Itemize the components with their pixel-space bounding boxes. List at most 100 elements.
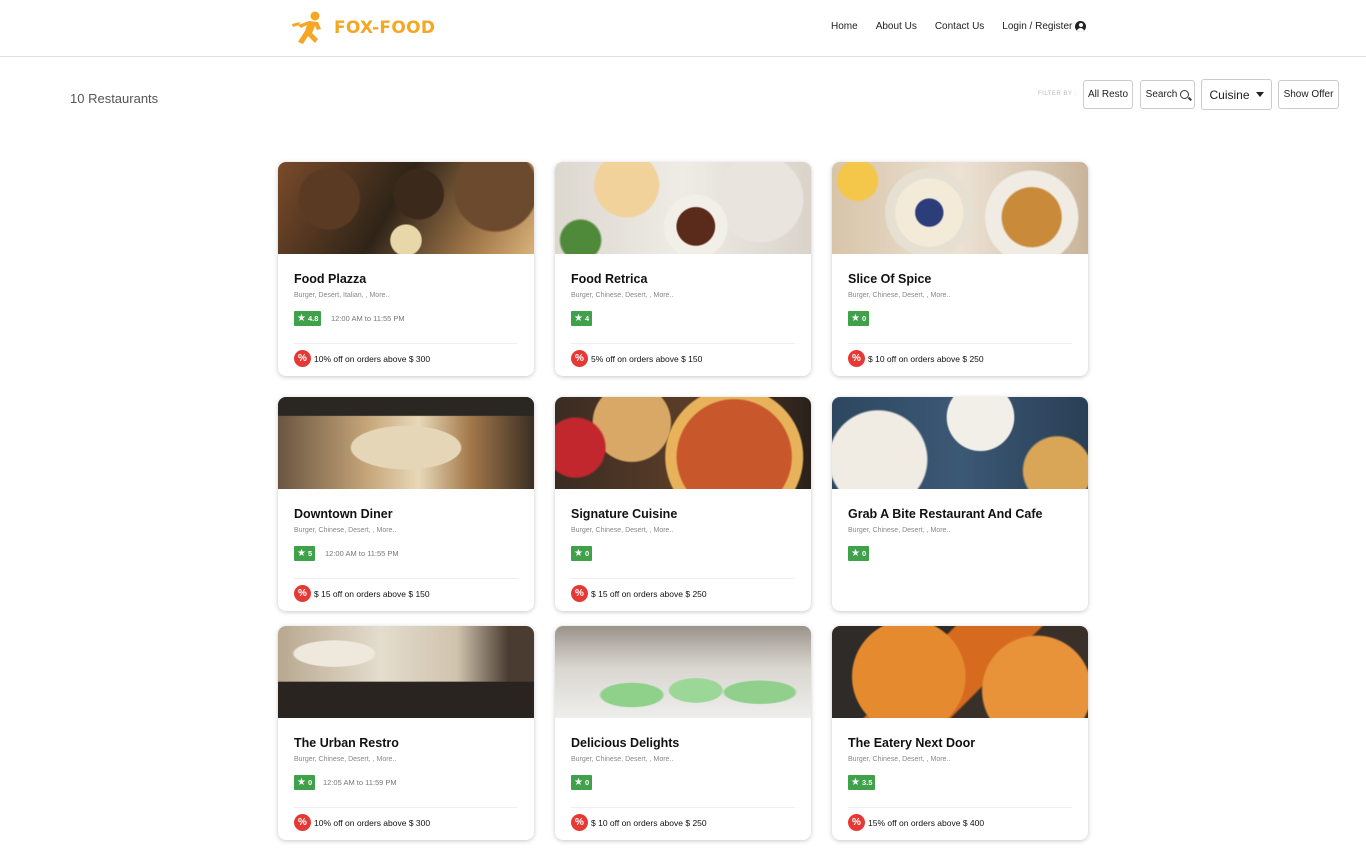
restaurant-cuisines: Burger, Chinese, Desert, , More.. bbox=[294, 527, 397, 534]
restaurant-photo[interactable] bbox=[555, 626, 811, 718]
discount-percent-icon: % bbox=[848, 350, 865, 367]
restaurant-cuisines: Burger, Chinese, Desert, , More.. bbox=[848, 527, 951, 534]
restaurant-card[interactable]: The Urban Restro Burger, Chinese, Desert,… bbox=[278, 626, 534, 840]
offer-row: % 5% off on orders above $ 150 bbox=[571, 350, 702, 367]
restaurant-card[interactable]: The Eatery Next Door Burger, Chinese, Des… bbox=[832, 626, 1088, 840]
offer-row: % $ 15 off on orders above $ 250 bbox=[571, 585, 707, 602]
star-icon: ★ bbox=[574, 547, 583, 559]
restaurant-cuisines: Burger, Chinese, Desert, , More.. bbox=[571, 756, 674, 763]
restaurant-count: 10 Restaurants bbox=[70, 91, 159, 106]
divider bbox=[848, 807, 1072, 808]
offer-text: $ 15 off on orders above $ 250 bbox=[591, 588, 707, 599]
restaurant-name[interactable]: The Eatery Next Door bbox=[848, 736, 975, 750]
star-icon: ★ bbox=[851, 547, 860, 559]
rating-badge: ★ 0 bbox=[571, 775, 593, 790]
offer-text: 5% off on orders above $ 150 bbox=[591, 353, 703, 364]
discount-percent-icon: % bbox=[571, 814, 588, 831]
offer-text: 10% off on orders above $ 300 bbox=[314, 353, 431, 364]
rating-value: 4 bbox=[584, 314, 590, 323]
restaurant-cuisines: Burger, Chinese, Desert, , More.. bbox=[294, 756, 397, 763]
restaurant-card[interactable]: Slice Of Spice Burger, Chinese, Desert, ,… bbox=[832, 162, 1088, 376]
all-resto-button[interactable]: All Resto bbox=[1083, 80, 1133, 109]
brand-name: FOX-FOOD bbox=[334, 18, 436, 38]
discount-percent-icon: % bbox=[294, 814, 311, 831]
show-offer-button[interactable]: Show Offer bbox=[1278, 80, 1339, 109]
offer-text: 10% off on orders above $ 300 bbox=[314, 817, 431, 828]
rating-badge: ★ 0 bbox=[848, 311, 870, 326]
offer-text: $ 10 off on orders above $ 250 bbox=[868, 353, 984, 364]
restaurant-photo[interactable] bbox=[555, 162, 811, 254]
offer-text: 15% off on orders above $ 400 bbox=[868, 817, 985, 828]
restaurant-name[interactable]: Grab A Bite Restaurant And Cafe bbox=[848, 507, 1042, 521]
restaurant-photo[interactable] bbox=[278, 162, 534, 254]
restaurant-card[interactable]: Signature Cuisine Burger, Chinese, Desert… bbox=[555, 397, 811, 611]
login-label: Login / Register bbox=[1002, 21, 1073, 32]
restaurant-card[interactable]: Downtown Diner Burger, Chinese, Desert, ,… bbox=[278, 397, 534, 611]
rating-value: 0 bbox=[861, 549, 867, 558]
divider bbox=[294, 343, 518, 344]
rating-badge: ★ 4.8 bbox=[294, 311, 322, 326]
opening-hours: 12:00 AM to 11:55 PM bbox=[325, 549, 399, 558]
restaurant-card[interactable]: Food Plazza Burger, Desert, Italian, , Mo… bbox=[278, 162, 534, 376]
star-icon: ★ bbox=[297, 776, 306, 788]
restaurant-photo[interactable] bbox=[555, 397, 811, 489]
rating-badge: ★ 3.5 bbox=[848, 775, 876, 790]
discount-percent-icon: % bbox=[848, 814, 865, 831]
rating-badge: ★ 4 bbox=[571, 311, 593, 326]
restaurant-photo[interactable] bbox=[832, 626, 1088, 718]
restaurant-cuisines: Burger, Chinese, Desert, , More.. bbox=[571, 292, 674, 299]
restaurant-name[interactable]: The Urban Restro bbox=[294, 736, 399, 750]
rating-value: 0 bbox=[861, 314, 867, 323]
discount-percent-icon: % bbox=[294, 350, 311, 367]
top-header: FOX-FOOD Home About Us Contact Us Login … bbox=[0, 0, 1366, 57]
restaurant-cuisines: Burger, Chinese, Desert, , More.. bbox=[848, 756, 951, 763]
restaurant-photo[interactable] bbox=[832, 162, 1088, 254]
opening-hours: 12:00 AM to 11:55 PM bbox=[331, 314, 405, 323]
restaurant-card[interactable]: Grab A Bite Restaurant And Cafe Burger, C… bbox=[832, 397, 1088, 611]
restaurant-photo[interactable] bbox=[278, 397, 534, 489]
nav-login-register[interactable]: Login / Register bbox=[1002, 21, 1087, 32]
brand-logo[interactable]: FOX-FOOD bbox=[288, 9, 435, 47]
restaurant-name[interactable]: Food Plazza bbox=[294, 272, 366, 286]
restaurant-cuisines: Burger, Desert, Italian, , More.. bbox=[294, 292, 390, 299]
offer-row: % 15% off on orders above $ 400 bbox=[848, 814, 984, 831]
restaurant-cuisines: Burger, Chinese, Desert, , More.. bbox=[571, 527, 674, 534]
search-label: Search bbox=[1145, 89, 1178, 100]
nav-about[interactable]: About Us bbox=[876, 21, 917, 32]
cuisine-dropdown[interactable]: Cuisine bbox=[1201, 79, 1272, 110]
divider bbox=[571, 343, 795, 344]
restaurant-name[interactable]: Downtown Diner bbox=[294, 507, 393, 521]
rating-value: 3.5 bbox=[861, 778, 873, 787]
divider bbox=[294, 807, 518, 808]
cuisine-label: Cuisine bbox=[1209, 87, 1250, 102]
restaurant-photo[interactable] bbox=[832, 397, 1088, 489]
restaurant-name[interactable]: Slice Of Spice bbox=[848, 272, 931, 286]
offer-row: % $ 10 off on orders above $ 250 bbox=[848, 350, 984, 367]
running-fox-icon bbox=[292, 11, 321, 44]
star-icon: ★ bbox=[574, 776, 583, 788]
restaurant-name[interactable]: Food Retrica bbox=[571, 272, 647, 286]
nav-home[interactable]: Home bbox=[831, 21, 858, 32]
rating-value: 0 bbox=[584, 549, 590, 558]
filter-label: FILTER BY : bbox=[1038, 91, 1077, 97]
restaurant-cuisines: Burger, Chinese, Desert, , More.. bbox=[848, 292, 951, 299]
star-icon: ★ bbox=[574, 312, 583, 324]
restaurant-card[interactable]: Food Retrica Burger, Chinese, Desert, , M… bbox=[555, 162, 811, 376]
restaurant-name[interactable]: Delicious Delights bbox=[571, 736, 679, 750]
restaurant-name[interactable]: Signature Cuisine bbox=[571, 507, 677, 521]
offer-text: $ 15 off on orders above $ 150 bbox=[314, 588, 430, 599]
star-icon: ★ bbox=[851, 312, 860, 324]
search-button[interactable]: Search bbox=[1140, 80, 1195, 109]
caret-down-icon bbox=[1255, 92, 1264, 97]
divider bbox=[294, 578, 518, 579]
nav-contact[interactable]: Contact Us bbox=[935, 21, 984, 32]
rating-badge: ★ 0 bbox=[848, 546, 870, 561]
discount-percent-icon: % bbox=[571, 350, 588, 367]
restaurant-photo[interactable] bbox=[278, 626, 534, 718]
restaurant-card[interactable]: Delicious Delights Burger, Chinese, Deser… bbox=[555, 626, 811, 840]
star-icon: ★ bbox=[297, 312, 306, 324]
divider bbox=[571, 807, 795, 808]
rating-badge: ★ 0 bbox=[571, 546, 593, 561]
user-circle-icon bbox=[1075, 21, 1087, 32]
rating-value: 5 bbox=[307, 549, 313, 558]
